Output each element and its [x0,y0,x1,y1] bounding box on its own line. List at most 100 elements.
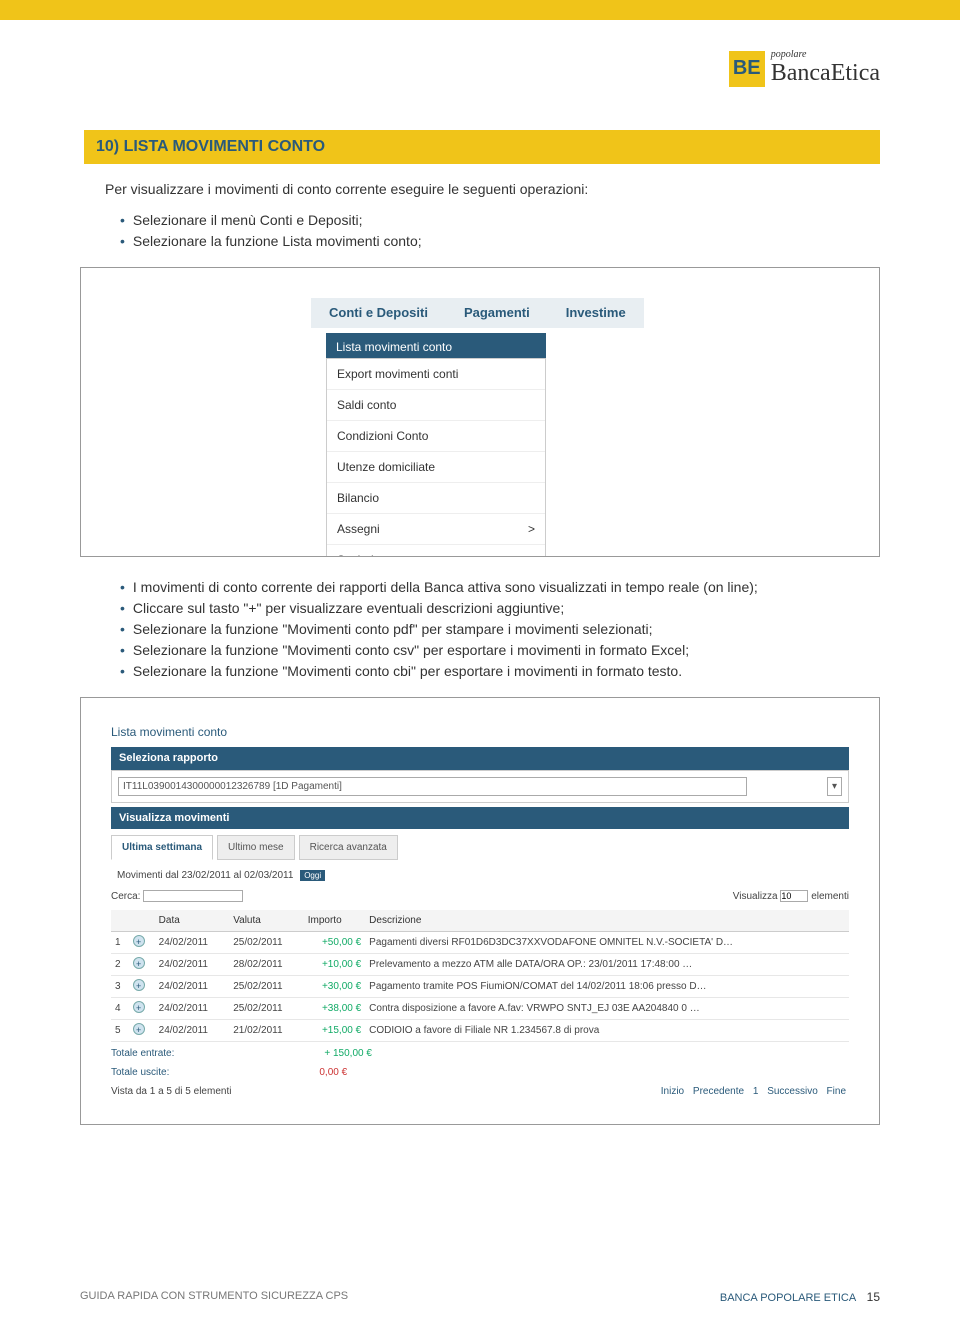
plus-icon: + [133,1001,145,1013]
cell-valuta: 25/02/2011 [229,998,304,1020]
oggi-badge[interactable]: Oggi [300,870,325,881]
totale-uscite-value: 0,00 € [319,1067,347,1078]
bullet: Selezionare il menù Conti e Depositi; [120,210,880,231]
section-heading: 10) LISTA MOVIMENTI CONTO [80,130,880,164]
plus-icon: + [133,1023,145,1035]
pager-links: Inizio Precedente 1 Successivo Fine [658,1084,849,1099]
col-descrizione[interactable]: Descrizione [365,910,849,932]
plus-icon: + [133,935,145,947]
menu-label: Bilancio [337,489,379,507]
seleziona-rapporto-header: Seleziona rapporto [111,747,849,770]
footer-left: GUIDA RAPIDA CON STRUMENTO SICUREZZA CPS [80,1290,348,1304]
filter-row: Ultima settimana Ultimo mese Ricerca ava… [111,835,849,860]
col-blank [111,910,129,932]
plus-icon: + [133,979,145,991]
search-row: Cerca: Visualizza elementi [111,889,849,904]
bullet: Selezionare la funzione Lista movimenti … [120,231,880,252]
menu-list: Export movimenti conti Saldi conto Condi… [326,358,546,557]
logo-line2: BancaEtica [771,60,880,86]
totale-entrate-value: + 150,00 € [324,1048,372,1059]
row-num: 1 [111,932,129,954]
footer-right: BANCA POPOLARE ETICA [720,1292,856,1304]
visualizza-movimenti-header: Visualizza movimenti [111,807,849,830]
pager-succ[interactable]: Successivo [767,1086,818,1097]
col-importo[interactable]: Importo [304,910,365,932]
bullet: Selezionare la funzione "Movimenti conto… [120,640,880,661]
col-expand [129,910,155,932]
totals: Totale entrate: + 150,00 € [111,1046,849,1061]
bullet: Selezionare la funzione "Movimenti conto… [120,619,880,640]
filter-ultimo-mese[interactable]: Ultimo mese [217,835,295,860]
table-row: 3+24/02/201125/02/2011+30,00 €Pagamento … [111,976,849,998]
bullet: Cliccare sul tasto "+" per visualizzare … [120,598,880,619]
rapporto-row: IT11L0390014300000012326789 [1D Pagament… [111,770,849,803]
pager-1[interactable]: 1 [753,1086,759,1097]
cell-valuta: 28/02/2011 [229,954,304,976]
menu-label: Assegni [337,520,380,538]
instructions-b: I movimenti di conto corrente dei rappor… [120,577,880,682]
visualizza-suffix: elementi [811,891,849,902]
cell-descrizione: Pagamenti diversi RF01D6D3DC37XXVODAFONE… [365,932,849,954]
content-area: Per visualizzare i movimenti di conto co… [80,179,880,1125]
menu-item-utenze[interactable]: Utenze domiciliate [327,452,545,483]
cell-descrizione: Prelevamento a mezzo ATM alle DATA/ORA O… [365,954,849,976]
totals-out: Totale uscite: 0,00 € [111,1065,849,1080]
menu-label: Utenze domiciliate [337,458,435,476]
menu-item-assegni[interactable]: Assegni > [327,514,545,545]
cell-data: 24/02/2011 [155,932,230,954]
expand-button[interactable]: + [129,932,155,954]
row-num: 5 [111,1020,129,1042]
cell-descrizione: Contra disposizione a favore A.fav: VRWP… [365,998,849,1020]
menu-item-saldi[interactable]: Saldi conto [327,390,545,421]
table-header-row: Data Valuta Importo Descrizione [111,910,849,932]
rapporto-select[interactable]: IT11L0390014300000012326789 [1D Pagament… [118,777,747,796]
pager-prec[interactable]: Precedente [693,1086,744,1097]
cell-importo: +10,00 € [304,954,365,976]
menu-label: Saldi conto [337,396,396,414]
search-input[interactable] [143,890,243,902]
screenshot-menu: Conti e Depositi Pagamenti Investime Lis… [80,267,880,557]
visualizza-count-input[interactable] [780,890,808,902]
cell-importo: +50,00 € [304,932,365,954]
pager-fine[interactable]: Fine [827,1086,846,1097]
top-bar [0,0,960,20]
tab-pagamenti[interactable]: Pagamenti [446,298,548,328]
filter-ultima-settimana[interactable]: Ultima settimana [111,835,213,860]
screenshot-lista: Lista movimenti conto Seleziona rapporto… [80,697,880,1125]
col-data[interactable]: Data [155,910,230,932]
page-number: 15 [867,1290,880,1304]
logo-mark: BE [729,51,765,87]
table-row: 4+24/02/201125/02/2011+38,00 €Contra dis… [111,998,849,1020]
menu-header[interactable]: Lista movimenti conto [326,333,546,361]
row-num: 2 [111,954,129,976]
tab-conti[interactable]: Conti e Depositi [311,298,446,328]
range-text: Movimenti dal 23/02/2011 al 02/03/2011 [117,870,293,881]
pager: Vista da 1 a 5 di 5 elementi Inizio Prec… [111,1084,849,1099]
breadcrumb: Lista movimenti conto [111,723,849,741]
expand-button[interactable]: + [129,998,155,1020]
filter-ricerca-avanzata[interactable]: Ricerca avanzata [299,835,398,860]
cell-valuta: 25/02/2011 [229,976,304,998]
totale-uscite-label: Totale uscite: [111,1067,169,1078]
pager-inizio[interactable]: Inizio [661,1086,684,1097]
footer: GUIDA RAPIDA CON STRUMENTO SICUREZZA CPS… [80,1290,880,1304]
movimenti-table: Data Valuta Importo Descrizione 1+24/02/… [111,910,849,1042]
chevron-right-icon: > [528,520,535,538]
tab-investime[interactable]: Investime [548,298,644,328]
cell-data: 24/02/2011 [155,954,230,976]
bullet: I movimenti di conto corrente dei rappor… [120,577,880,598]
menu-item-scalari[interactable]: Scalari [327,545,545,557]
table-row: 1+24/02/201125/02/2011+50,00 €Pagamenti … [111,932,849,954]
logo: BE popolare BancaEtica [729,50,880,87]
col-valuta[interactable]: Valuta [229,910,304,932]
rapporto-dropdown-icon[interactable]: ▾ [827,777,842,796]
menu-item-bilancio[interactable]: Bilancio [327,483,545,514]
cerca-label: Cerca: [111,891,140,902]
logo-line1: popolare [771,50,880,60]
expand-button[interactable]: + [129,1020,155,1042]
menu-item-export[interactable]: Export movimenti conti [327,359,545,390]
menu-item-condizioni[interactable]: Condizioni Conto [327,421,545,452]
expand-button[interactable]: + [129,954,155,976]
menu-label: Export movimenti conti [337,365,458,383]
expand-button[interactable]: + [129,976,155,998]
